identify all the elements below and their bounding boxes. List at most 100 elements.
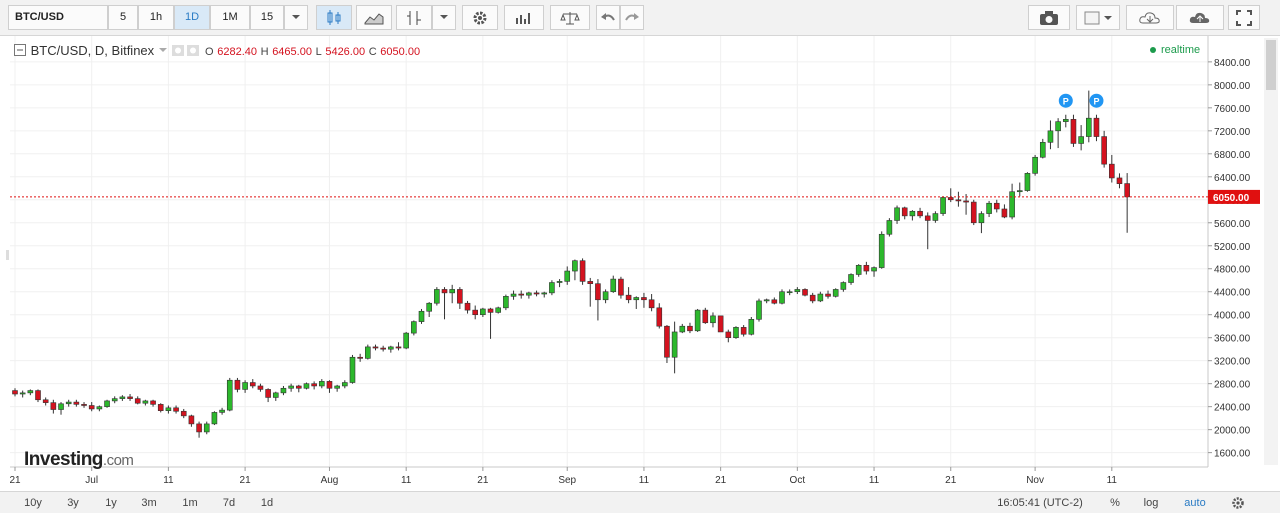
candle-body bbox=[1047, 130, 1054, 143]
candle-body bbox=[280, 387, 287, 394]
candle-body bbox=[1086, 117, 1092, 137]
candle-body bbox=[840, 282, 847, 290]
candle-body bbox=[35, 390, 41, 401]
range-1m-button[interactable]: 1m bbox=[175, 495, 205, 511]
undo-button[interactable] bbox=[596, 5, 620, 30]
candle-body bbox=[763, 299, 770, 302]
series-settings-icon[interactable] bbox=[171, 44, 201, 57]
candle bbox=[886, 218, 893, 237]
cloud-upload-button[interactable] bbox=[1176, 5, 1224, 30]
interval-dropdown-button[interactable] bbox=[284, 5, 308, 30]
candle-body bbox=[1116, 177, 1123, 184]
y-tick-label: 8000.00 bbox=[1214, 81, 1251, 92]
candle-body bbox=[19, 392, 26, 395]
candle-body bbox=[641, 297, 647, 301]
candle-body bbox=[541, 292, 548, 295]
candle bbox=[733, 326, 739, 339]
drawing-tools-dropdown[interactable] bbox=[432, 5, 456, 30]
candle-body bbox=[848, 274, 854, 283]
candle-body bbox=[1109, 163, 1115, 179]
auto-scale-button[interactable]: auto bbox=[1178, 495, 1212, 511]
x-tick-label: 21 bbox=[477, 475, 489, 486]
y-tick-label: 6800.00 bbox=[1214, 150, 1251, 161]
y-tick-label: 7200.00 bbox=[1214, 127, 1251, 138]
candle-body bbox=[418, 310, 425, 322]
candle-body bbox=[58, 403, 64, 410]
investing-logo: Investing.com bbox=[24, 449, 134, 471]
candle-body bbox=[464, 302, 471, 311]
range-7d-button[interactable]: 7d bbox=[214, 495, 244, 511]
indicators-button[interactable] bbox=[504, 5, 544, 30]
range-3y-button[interactable]: 3y bbox=[58, 495, 88, 511]
chevron-down-icon bbox=[292, 15, 300, 19]
candle-body bbox=[656, 307, 663, 327]
p-marker-label: P bbox=[1063, 97, 1069, 107]
candle-body bbox=[717, 315, 724, 333]
candle-body bbox=[180, 410, 187, 417]
cloud-download-button[interactable] bbox=[1126, 5, 1174, 30]
interval-1m-button[interactable]: 1M bbox=[210, 5, 250, 30]
range-1d-button[interactable]: 1d bbox=[252, 495, 282, 511]
candle-body bbox=[779, 291, 785, 304]
candle bbox=[418, 308, 425, 324]
drawing-tools-button[interactable] bbox=[396, 5, 432, 30]
y-tick-label: 5600.00 bbox=[1214, 219, 1251, 230]
cloud-download-icon bbox=[1139, 12, 1160, 24]
settings-button[interactable] bbox=[462, 5, 498, 30]
candle-body bbox=[234, 379, 241, 390]
compare-button[interactable] bbox=[550, 5, 590, 30]
fullscreen-button[interactable] bbox=[1228, 5, 1260, 30]
interval-5-button[interactable]: 5 bbox=[108, 5, 138, 30]
x-tick-label: 21 bbox=[240, 475, 252, 486]
candle-body bbox=[311, 383, 317, 387]
candle-body bbox=[395, 346, 402, 349]
range-1y-button[interactable]: 1y bbox=[96, 495, 126, 511]
price-chart[interactable]: 1600.00 2000.00 2400.00 2800.00 3200.00 3600.… bbox=[0, 36, 1280, 492]
candle-body bbox=[978, 213, 985, 224]
chart-area[interactable]: 1600.00 2000.00 2400.00 2800.00 3200.00 3600.… bbox=[0, 36, 1280, 492]
interval-15-button[interactable]: 15 bbox=[250, 5, 284, 30]
candle-body bbox=[434, 289, 440, 304]
gear-icon bbox=[473, 11, 487, 25]
gear-icon bbox=[1232, 497, 1244, 509]
candle bbox=[1070, 114, 1077, 147]
color-picker-button[interactable] bbox=[1076, 5, 1120, 30]
range-3m-button[interactable]: 3m bbox=[134, 495, 164, 511]
candle-body bbox=[157, 404, 164, 411]
candle-body bbox=[710, 315, 716, 324]
log-scale-button[interactable]: log bbox=[1138, 495, 1164, 511]
candle bbox=[365, 344, 371, 360]
candle bbox=[618, 276, 624, 299]
screenshot-button[interactable] bbox=[1028, 5, 1070, 30]
chart-settings-button[interactable] bbox=[1228, 494, 1248, 510]
candle-body bbox=[602, 291, 609, 301]
candle-body bbox=[986, 202, 992, 214]
candle bbox=[940, 196, 946, 216]
x-tick-label: 21 bbox=[945, 475, 957, 486]
interval-1d-button[interactable]: 1D bbox=[174, 5, 210, 30]
candle-body bbox=[249, 382, 256, 387]
candles-button[interactable] bbox=[316, 5, 352, 30]
percent-scale-button[interactable]: % bbox=[1102, 495, 1128, 511]
chevron-down-icon[interactable] bbox=[158, 45, 168, 55]
candle-body bbox=[318, 381, 325, 387]
collapse-icon[interactable] bbox=[14, 44, 27, 57]
candle-body bbox=[871, 267, 877, 272]
candle-body bbox=[303, 383, 310, 389]
candlestick-icon bbox=[327, 10, 341, 25]
candle-body bbox=[794, 289, 801, 293]
interval-1h-button[interactable]: 1h bbox=[138, 5, 174, 30]
chart-type-button[interactable] bbox=[356, 5, 392, 30]
candle-body bbox=[380, 347, 386, 350]
candle-body bbox=[740, 327, 747, 335]
realtime-indicator: realtime bbox=[1150, 44, 1200, 56]
candle-body bbox=[702, 309, 709, 324]
fullscreen-icon bbox=[1236, 10, 1252, 26]
candle-body bbox=[150, 400, 156, 405]
bottom-bar: 10y 3y 1y 3m 1m 7d 1d 16:05:41 (UTC-2) %… bbox=[0, 491, 1280, 513]
range-10y-button[interactable]: 10y bbox=[18, 495, 48, 511]
redo-button[interactable] bbox=[620, 5, 644, 30]
x-tick-label: 11 bbox=[163, 475, 174, 486]
candle bbox=[779, 289, 785, 305]
symbol-search-input[interactable]: BTC/USD bbox=[8, 5, 108, 30]
